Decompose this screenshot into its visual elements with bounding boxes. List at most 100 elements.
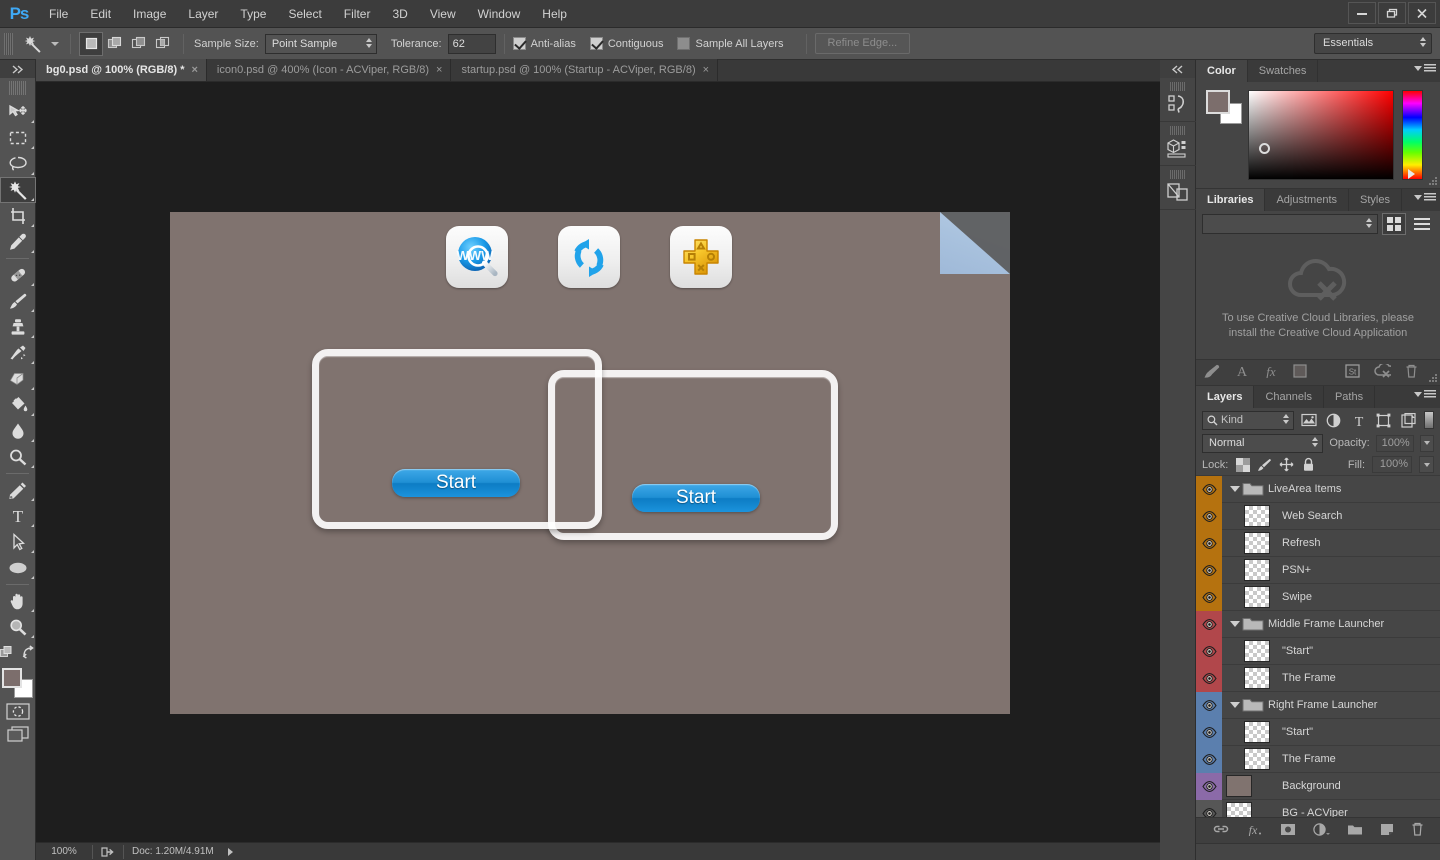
play-triangle-icon[interactable] [227,847,233,856]
layer-row[interactable]: The Frame [1196,664,1440,692]
add-layer-mask-icon[interactable] [1280,823,1296,839]
collapse-toolbar-button[interactable] [0,60,35,78]
dodge-tool[interactable] [0,444,36,470]
clone-stamp-tool[interactable] [0,314,36,340]
filter-kind-select[interactable]: Kind [1202,410,1294,430]
workspace-switcher[interactable]: Essentials [1314,33,1432,54]
new-layer-icon[interactable] [1380,823,1394,839]
toolbar-grip[interactable] [8,81,27,95]
pen-tool[interactable] [0,477,36,503]
layer-visibility-toggle[interactable] [1196,556,1222,584]
layer-row[interactable]: "Start" [1196,637,1440,665]
delete-layer-icon[interactable] [1411,822,1424,839]
panel-resize-grip[interactable] [1429,374,1438,383]
middle-start-button[interactable]: Start [392,469,520,497]
zoom-level[interactable]: 100% [36,846,92,857]
layer-row[interactable]: Refresh [1196,529,1440,557]
more-tools-icon[interactable] [0,645,15,662]
panel-menu-icon[interactable] [1414,193,1436,202]
layer-visibility-toggle[interactable] [1196,476,1222,503]
layer-visibility-toggle[interactable] [1196,583,1222,611]
filter-smart-object-layers-icon[interactable] [1398,410,1419,430]
layer-thumbnail[interactable] [1226,802,1252,817]
add-layer-style-icon[interactable]: fx [1246,823,1263,839]
tab-adjustments[interactable]: Adjustments [1265,189,1349,211]
filter-adjustment-layers-icon[interactable] [1323,410,1344,430]
psn-plus-icon[interactable] [670,226,732,288]
restore-button[interactable] [1378,2,1406,24]
layer-thumbnail[interactable] [1244,505,1270,527]
link-layers-icon[interactable] [1213,823,1229,838]
layer-thumbnail[interactable] [1244,748,1270,770]
magic-wand-icon[interactable] [18,31,48,57]
layer-thumbnail[interactable] [1244,721,1270,743]
foreground-color-swatch[interactable] [1206,90,1230,114]
layer-visibility-toggle[interactable] [1196,529,1222,557]
sync-off-icon[interactable] [1374,362,1395,381]
new-group-icon[interactable] [1347,823,1363,839]
layer-visibility-toggle[interactable] [1196,502,1222,530]
layer-row[interactable]: Web Search [1196,502,1440,530]
refine-edge-button[interactable]: Refine Edge... [814,33,911,54]
options-bar-grip[interactable] [4,32,13,55]
lasso-tool[interactable] [0,151,36,177]
grid-view-icon[interactable] [1382,213,1406,235]
layer-row[interactable]: Middle Frame Launcher [1196,610,1440,638]
lock-all-icon[interactable] [1301,457,1316,472]
layer-visibility-toggle[interactable] [1196,745,1222,773]
opacity-value[interactable]: 100% [1375,434,1414,452]
layer-row[interactable]: The Frame [1196,745,1440,773]
history-panel-icon[interactable] [1160,78,1196,122]
lock-image-pixels-icon[interactable] [1257,457,1272,472]
layer-thumbnail[interactable] [1244,586,1270,608]
layer-visibility-toggle[interactable] [1196,637,1222,665]
close-icon[interactable]: × [191,64,197,76]
panel-menu-icon[interactable] [1414,390,1436,399]
tab-styles[interactable]: Styles [1349,189,1402,211]
right-start-button[interactable]: Start [632,484,760,512]
eraser-tool[interactable] [0,366,36,392]
lock-position-icon[interactable] [1279,457,1294,472]
contiguous-checkbox[interactable]: Contiguous [589,37,663,50]
layer-row[interactable]: BG - ACViper [1196,799,1440,817]
menu-select[interactable]: Select [277,0,332,28]
middle-frame-launcher[interactable] [312,349,602,529]
add-layer-style-icon[interactable]: fx [1263,364,1279,381]
document-tab[interactable]: icon0.psd @ 400% (Icon - ACViper, RGB/8)… [206,59,452,81]
blur-tool[interactable] [0,418,36,444]
tab-color[interactable]: Color [1196,60,1248,82]
document-tab[interactable]: bg0.psd @ 100% (RGB/8) * × [36,59,207,81]
layer-thumbnail[interactable] [1244,640,1270,662]
menu-layer[interactable]: Layer [177,0,229,28]
filter-shape-layers-icon[interactable] [1373,410,1394,430]
foreground-color-swatch[interactable] [1,668,22,688]
hue-slider[interactable] [1402,90,1423,180]
menu-edit[interactable]: Edit [79,0,122,28]
intersect-with-selection-button[interactable] [151,31,175,56]
group-expand-arrow-icon[interactable] [1228,702,1242,708]
hand-tool[interactable] [0,588,36,614]
subtract-from-selection-button[interactable] [127,31,151,56]
menu-type[interactable]: Type [229,0,277,28]
layer-visibility-toggle[interactable] [1196,664,1222,692]
layer-list[interactable]: LiveArea Items Web Search Refresh PSN+ Swipe… [1196,476,1440,817]
layer-visibility-toggle[interactable] [1196,718,1222,746]
layer-row[interactable]: "Start" [1196,718,1440,746]
add-color-icon[interactable] [1293,364,1307,381]
filter-pixel-layers-icon[interactable] [1298,410,1319,430]
layer-thumbnail[interactable] [1226,775,1252,797]
brush-tool[interactable] [0,288,36,314]
tab-swatches[interactable]: Swatches [1247,60,1319,82]
layer-visibility-toggle[interactable] [1196,610,1222,638]
layer-visibility-toggle[interactable] [1196,799,1222,817]
canvas-area[interactable]: WWW Start Start [36,82,1160,842]
anti-alias-checkbox[interactable]: Anti-alias [512,37,576,50]
new-adjustment-layer-icon[interactable] [1312,822,1330,839]
menu-file[interactable]: File [38,0,79,28]
tab-libraries[interactable]: Libraries [1196,189,1266,211]
magic-wand-tool[interactable] [0,177,36,203]
paint-bucket-tool[interactable] [0,392,36,418]
menu-filter[interactable]: Filter [333,0,382,28]
spot-healing-brush-tool[interactable] [0,262,36,288]
layer-row[interactable]: Background [1196,772,1440,800]
